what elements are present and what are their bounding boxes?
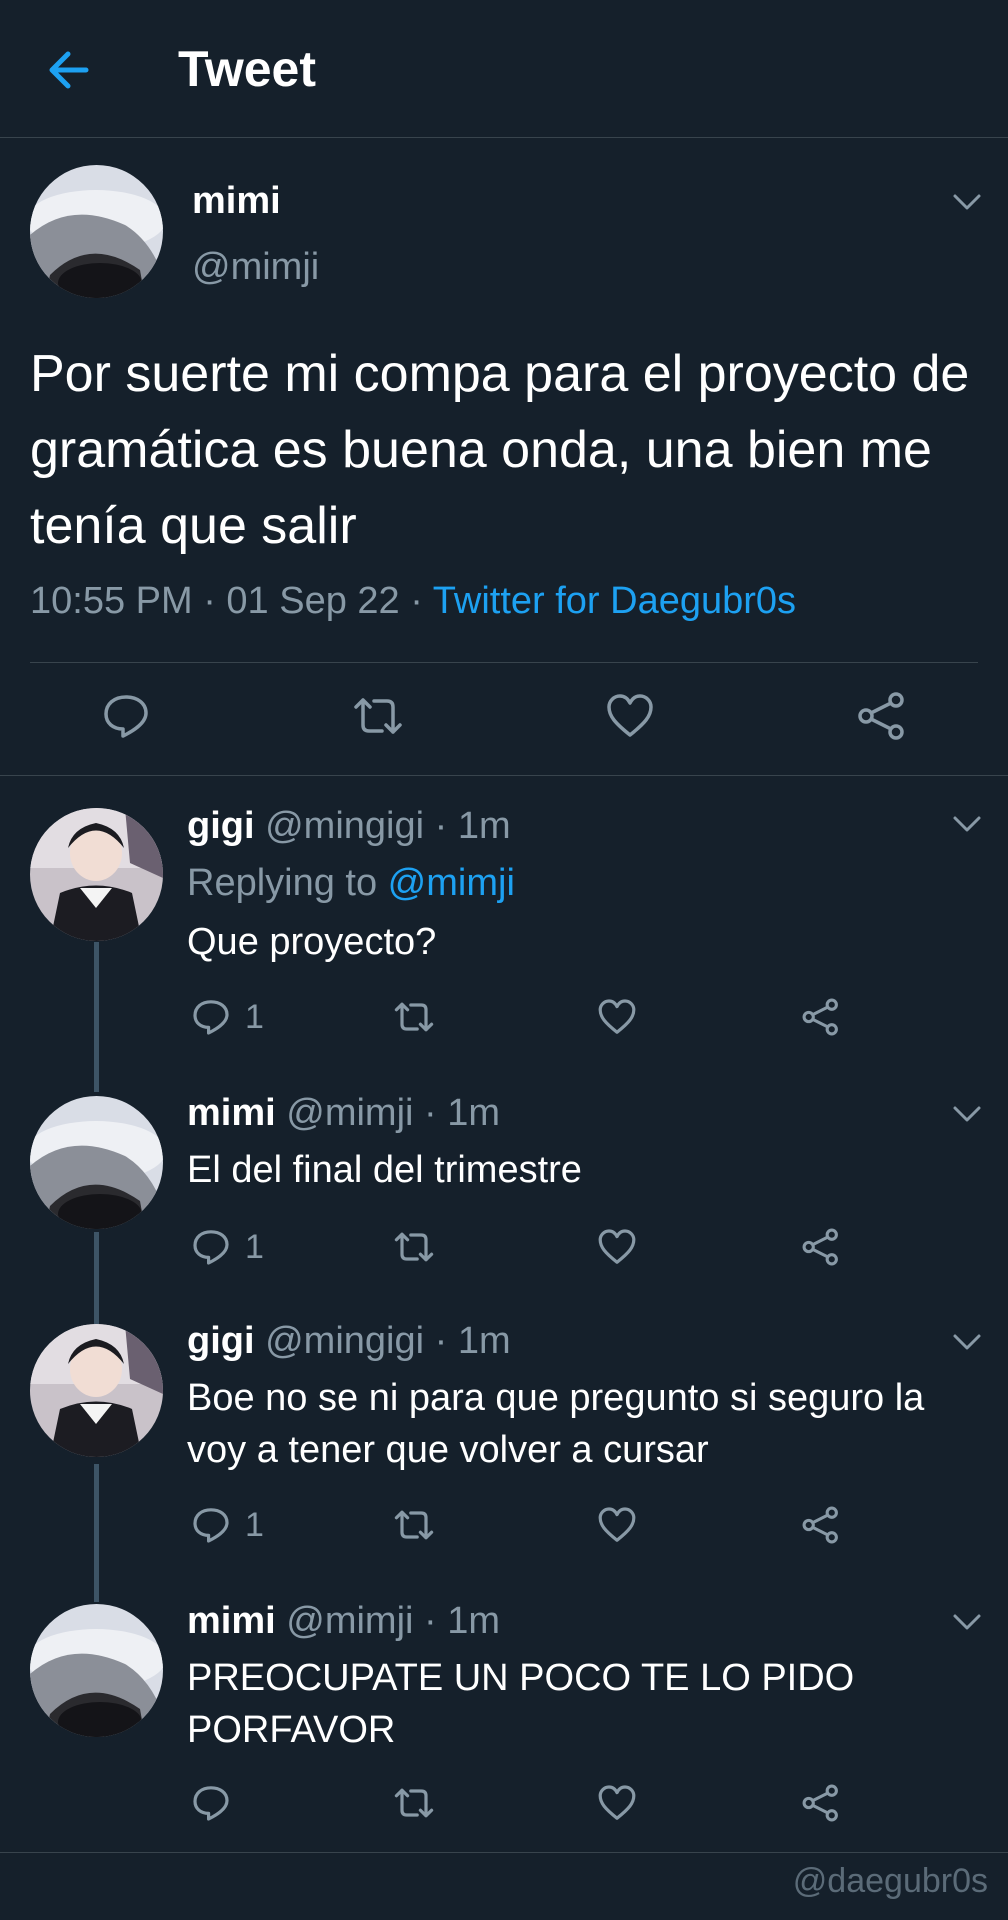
share-button[interactable] xyxy=(801,1500,841,1550)
share-icon xyxy=(802,1784,838,1822)
comment-icon xyxy=(193,1230,229,1265)
retweet-icon xyxy=(354,698,402,734)
share-button[interactable] xyxy=(801,1222,841,1272)
reply-meta: @mingigi · 1m xyxy=(254,805,511,847)
share-icon xyxy=(802,1506,838,1544)
page-title: Tweet xyxy=(178,41,316,97)
reply-actions: 1 xyxy=(187,1500,887,1550)
arrow-left-icon xyxy=(49,51,89,89)
reply-count: 1 xyxy=(245,997,264,1036)
reply-button[interactable]: 1 xyxy=(191,992,264,1042)
heart-icon xyxy=(598,1785,636,1820)
heart-icon xyxy=(598,999,636,1034)
heart-icon xyxy=(598,1229,636,1264)
thread-line xyxy=(94,1232,99,1324)
chevron-down-icon[interactable] xyxy=(952,814,982,834)
reply-button[interactable]: 1 xyxy=(191,1500,264,1550)
retweet-icon xyxy=(394,1510,434,1540)
chevron-down-icon[interactable] xyxy=(952,1612,982,1632)
reply-button[interactable] xyxy=(191,1778,245,1828)
watermark: @daegubr0s xyxy=(792,1862,988,1900)
reply-button[interactable] xyxy=(96,686,156,746)
replying-to-handle[interactable]: @mimji xyxy=(388,862,515,904)
reply-meta: @mingigi · 1m xyxy=(254,1320,511,1362)
heart-icon xyxy=(598,1507,636,1542)
avatar[interactable] xyxy=(30,808,163,941)
comment-icon xyxy=(193,1786,229,1821)
retweet-button[interactable] xyxy=(348,686,408,746)
avatar[interactable] xyxy=(30,1604,163,1737)
divider xyxy=(30,662,978,663)
reply-author-name[interactable]: mimi xyxy=(187,1092,276,1134)
reply-text: Que proyecto? xyxy=(187,921,437,963)
share-icon xyxy=(858,692,904,740)
comment-icon xyxy=(104,695,148,738)
share-button[interactable] xyxy=(852,686,912,746)
like-button[interactable] xyxy=(600,686,660,746)
replying-to-label: Replying to xyxy=(187,862,388,904)
reply-author-name[interactable]: gigi xyxy=(187,1320,255,1362)
back-button[interactable] xyxy=(40,44,96,96)
chevron-down-icon[interactable] xyxy=(952,1332,982,1352)
retweet-button[interactable] xyxy=(391,1500,437,1550)
tweet-actions xyxy=(0,686,1008,750)
comment-icon xyxy=(193,1000,229,1035)
thread-line xyxy=(94,1464,99,1602)
tweet-timestamp: 10:55 PM · 01 Sep 22 · xyxy=(30,580,433,622)
divider xyxy=(0,775,1008,776)
retweet-button[interactable] xyxy=(391,992,437,1042)
share-button[interactable] xyxy=(801,1778,841,1828)
reply-count: 1 xyxy=(245,1505,264,1544)
thread-line xyxy=(94,942,99,1092)
tweet-text: Por suerte mi compa para el proyecto de … xyxy=(30,345,970,555)
retweet-icon xyxy=(394,1232,434,1262)
retweet-icon xyxy=(394,1002,434,1032)
chevron-down-icon[interactable] xyxy=(952,192,982,212)
reply-text: Boe no se ni para que pregunto si seguro… xyxy=(187,1377,925,1471)
divider xyxy=(0,1852,1008,1853)
avatar[interactable] xyxy=(30,1324,163,1457)
retweet-button[interactable] xyxy=(391,1222,437,1272)
avatar[interactable] xyxy=(30,165,163,298)
like-button[interactable] xyxy=(597,1222,637,1272)
tweet-source-link[interactable]: Twitter for Daegubr0s xyxy=(433,580,796,622)
replying-to: Replying to @mimji xyxy=(187,862,515,905)
reply-header: mimi @mimji · 1m xyxy=(187,1600,500,1643)
comment-icon xyxy=(193,1508,229,1543)
reply-button[interactable]: 1 xyxy=(191,1222,264,1272)
reply-author-name[interactable]: mimi xyxy=(187,1600,276,1642)
reply-text: El del final del trimestre xyxy=(187,1149,582,1191)
like-button[interactable] xyxy=(597,1500,637,1550)
like-button[interactable] xyxy=(597,1778,637,1828)
reply-header: gigi @mingigi · 1m xyxy=(187,805,511,848)
like-button[interactable] xyxy=(597,992,637,1042)
author-name[interactable]: mimi xyxy=(192,180,281,223)
heart-icon xyxy=(607,694,653,737)
reply-count: 1 xyxy=(245,1227,264,1266)
reply-header: gigi @mingigi · 1m xyxy=(187,1320,511,1363)
share-icon xyxy=(802,998,838,1036)
reply-actions xyxy=(187,1778,887,1828)
reply-meta: @mimji · 1m xyxy=(275,1600,501,1642)
retweet-icon xyxy=(394,1788,434,1818)
reply-actions: 1 xyxy=(187,1222,887,1272)
retweet-button[interactable] xyxy=(391,1778,437,1828)
chevron-down-icon[interactable] xyxy=(952,1104,982,1124)
reply-meta: @mimji · 1m xyxy=(275,1092,501,1134)
top-bar: Tweet xyxy=(0,0,1008,138)
reply-author-name[interactable]: gigi xyxy=(187,805,255,847)
tweet-meta: 10:55 PM · 01 Sep 22 · Twitter for Daegu… xyxy=(30,580,796,623)
share-icon xyxy=(802,1228,838,1266)
reply-text: PREOCUPATE UN POCO TE LO PIDO PORFAVOR xyxy=(187,1657,855,1751)
reply-actions: 1 xyxy=(187,992,887,1042)
avatar[interactable] xyxy=(30,1096,163,1229)
reply-header: mimi @mimji · 1m xyxy=(187,1092,500,1135)
share-button[interactable] xyxy=(801,992,841,1042)
author-handle[interactable]: @mimji xyxy=(192,246,319,289)
